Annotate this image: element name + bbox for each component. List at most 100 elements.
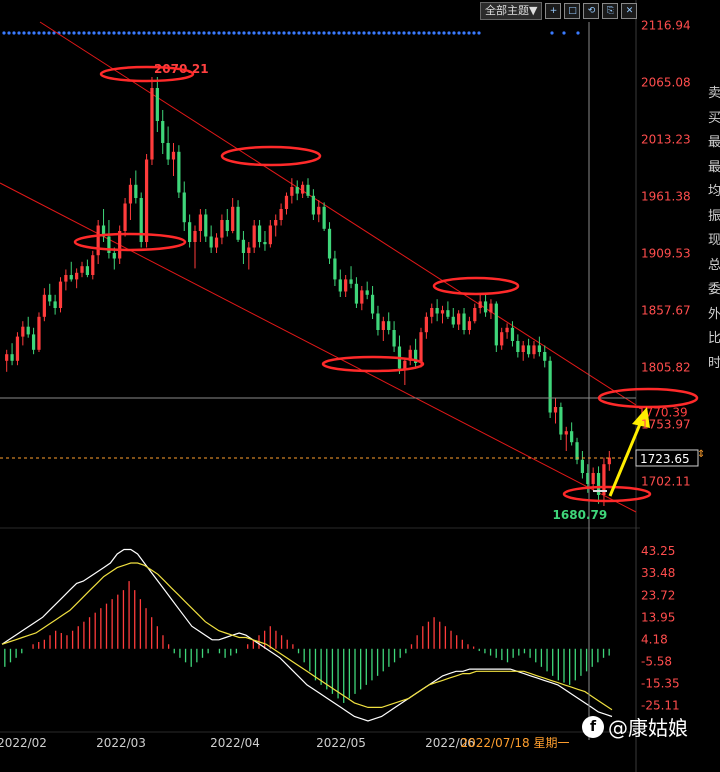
candle-down xyxy=(327,228,332,259)
candle-up xyxy=(317,206,321,215)
indicator-dot xyxy=(117,31,121,35)
chart-grid xyxy=(0,0,640,772)
candle-down xyxy=(295,187,299,194)
indicator-dot xyxy=(312,31,316,35)
macd-tick-label: 33.48 xyxy=(641,566,675,580)
candle-down xyxy=(85,266,90,275)
candle-up xyxy=(252,225,256,248)
low-label: 1680.79 xyxy=(553,508,608,522)
price-tick-label: 1857.67 xyxy=(641,304,691,318)
price-axis: 2116.94 2065.08 2013.23 1961.38 1909.53 1857.… xyxy=(0,18,691,750)
candle-up xyxy=(42,294,46,317)
side-label: 最 xyxy=(708,159,720,175)
indicator-dot xyxy=(82,31,86,35)
candle-down xyxy=(365,290,369,295)
candle-down xyxy=(134,184,138,198)
candle-down xyxy=(306,184,310,196)
indicator-dot xyxy=(292,31,296,35)
indicator-dot xyxy=(12,31,16,35)
copy-icon[interactable]: ⎘ xyxy=(602,3,619,19)
candle-up xyxy=(457,313,461,325)
crosshair-icon[interactable]: + xyxy=(545,3,562,19)
highlight-ellipse xyxy=(73,232,187,252)
trend-channel xyxy=(0,21,637,513)
indicator-dot xyxy=(127,31,131,35)
candle-up xyxy=(284,195,289,209)
macd-tick-label: -25.11 xyxy=(641,698,680,712)
overlay-annotations: 1723.65 ⇕2070.211680.791770.39 xyxy=(0,22,705,740)
side-label: 均 xyxy=(708,184,720,199)
indicator-dot xyxy=(137,31,141,35)
candle-down xyxy=(575,442,579,460)
candle-up xyxy=(96,225,100,256)
candle-down xyxy=(26,326,30,335)
price-tick-label: 2013.23 xyxy=(641,132,691,146)
price-tick-label: 1805.82 xyxy=(641,361,691,375)
indicator-dot xyxy=(167,31,171,35)
indicator-dot xyxy=(112,31,116,35)
candle-up xyxy=(21,326,25,337)
indicator-dot xyxy=(342,31,346,35)
price-tick-label: 2065.08 xyxy=(641,75,691,89)
indicator-dot xyxy=(62,31,66,35)
indicator-dot xyxy=(550,31,554,35)
indicator-dot xyxy=(102,31,106,35)
candle-up xyxy=(500,332,504,346)
indicator-dot xyxy=(202,31,206,35)
macd-dif-line xyxy=(1,548,613,722)
indicator-dot xyxy=(267,31,271,35)
candle-down xyxy=(580,459,585,473)
candle-up xyxy=(144,159,149,242)
toolbar: 全部主题▼ + □ ⟲ ⎘ ✕ xyxy=(480,2,638,20)
indicator-dot xyxy=(237,31,241,35)
candle-up xyxy=(360,290,364,304)
indicator-dot xyxy=(307,31,311,35)
candle-up xyxy=(553,407,558,413)
side-label: 卖 xyxy=(708,86,720,101)
candle-down xyxy=(48,294,52,302)
candle-down xyxy=(338,279,342,292)
candle-up xyxy=(430,308,434,317)
side-label: 总 xyxy=(708,257,720,273)
indicator-dot xyxy=(2,31,6,35)
candle-down xyxy=(257,225,262,242)
indicator-dot xyxy=(282,31,286,35)
indicator-dot xyxy=(152,31,156,35)
candle-up xyxy=(37,316,41,350)
window-icon[interactable]: □ xyxy=(564,3,581,19)
candle-up xyxy=(171,151,176,160)
price-tick-label: 1909.53 xyxy=(641,247,691,261)
date-label: 2022/04 xyxy=(210,736,260,750)
candle-down xyxy=(354,283,359,304)
candle-up xyxy=(193,231,197,242)
highlight-ellipse xyxy=(220,145,322,167)
indicator-dot xyxy=(232,31,236,35)
price-tick-label: 2116.94 xyxy=(641,18,691,32)
candle-up xyxy=(279,209,283,220)
indicator-dot xyxy=(77,31,81,35)
indicator-dot xyxy=(142,31,146,35)
candle-up xyxy=(478,301,482,308)
indicator-dot xyxy=(227,31,231,35)
candle-up xyxy=(123,203,127,231)
candle-down xyxy=(392,330,396,347)
theme-select[interactable]: 全部主题▼ xyxy=(480,2,543,20)
indicator-dot xyxy=(17,31,21,35)
indicator-dot xyxy=(212,31,216,35)
candle-down xyxy=(112,253,116,259)
indicator-dot xyxy=(347,31,351,35)
indicator-dot xyxy=(412,31,416,35)
side-label: 现 xyxy=(708,233,720,248)
close-icon[interactable]: ✕ xyxy=(621,3,638,19)
macd-tick-label: 23.72 xyxy=(641,588,675,602)
indicator-dot xyxy=(257,31,261,35)
candle-up xyxy=(591,473,595,484)
indicator-dot xyxy=(42,31,46,35)
candle-down xyxy=(570,431,574,443)
refresh-icon[interactable]: ⟲ xyxy=(583,3,600,19)
candle-down xyxy=(435,308,439,314)
indicator-dot xyxy=(407,31,411,35)
indicator-dot xyxy=(377,31,381,35)
indicator-dot xyxy=(72,31,76,35)
indicator-dot xyxy=(357,31,361,35)
